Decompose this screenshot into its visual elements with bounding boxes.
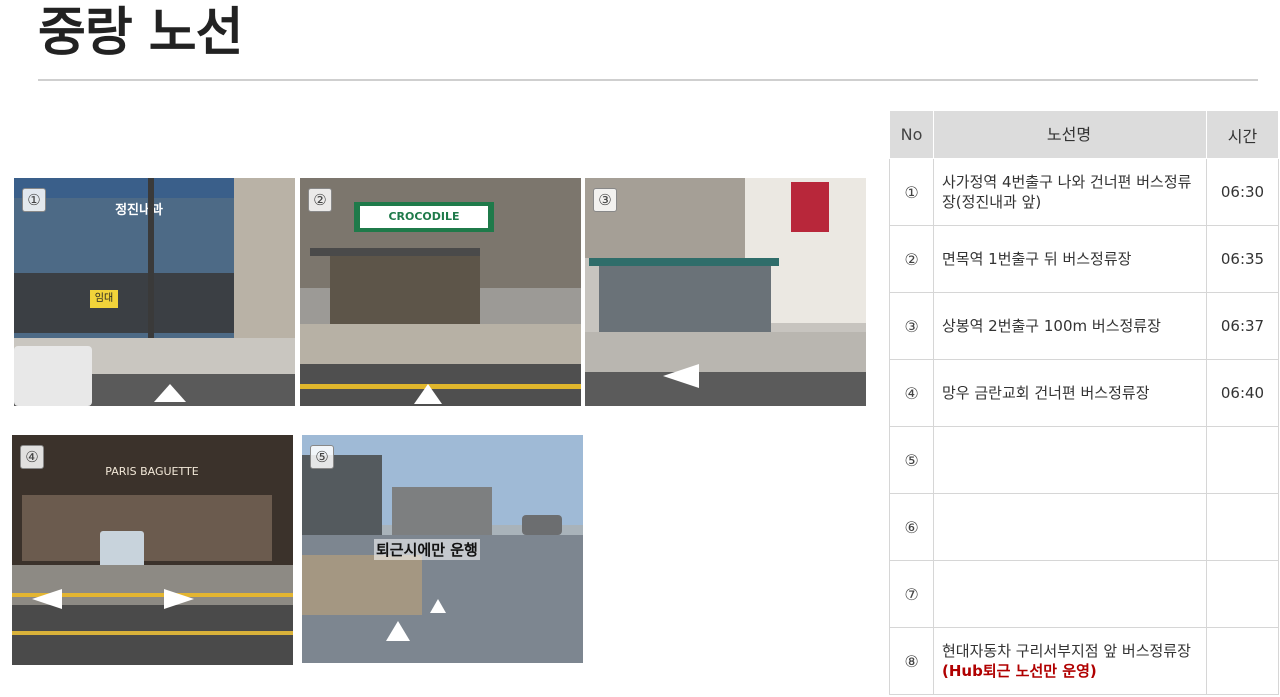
street-photo-4: PARIS BAGUETTE ④ bbox=[12, 435, 293, 665]
street-photo-2: CROCODILE ② bbox=[300, 178, 581, 406]
row-route-name: 망우 금란교회 건너편 버스정류장 bbox=[933, 359, 1207, 427]
nav-arrow-icon[interactable] bbox=[663, 364, 699, 388]
header-route-name: 노선명 bbox=[933, 110, 1207, 159]
header-no: No bbox=[889, 110, 934, 159]
route-table: No 노선명 시간 ① 사가정역 4번출구 나와 건너편 버스정류장(정진내과 … bbox=[889, 110, 1279, 695]
row-route-name bbox=[933, 560, 1207, 628]
row-route-name: 면목역 1번출구 뒤 버스정류장 bbox=[933, 225, 1207, 293]
row-time: 06:40 bbox=[1206, 359, 1279, 427]
nav-arrow-icon[interactable] bbox=[164, 589, 194, 609]
row-time bbox=[1206, 426, 1279, 494]
nav-arrow-icon[interactable] bbox=[32, 589, 62, 609]
nav-arrow-icon[interactable] bbox=[430, 599, 446, 613]
row-route-name: 현대자동차 구리서부지점 앞 버스정류장 (Hub퇴근 노선만 운영) bbox=[933, 627, 1207, 695]
table-row: ② 면목역 1번출구 뒤 버스정류장 06:35 bbox=[889, 225, 1279, 293]
row-time bbox=[1206, 627, 1279, 695]
hub-note: (Hub퇴근 노선만 운영) bbox=[942, 662, 1097, 680]
table-header-row: No 노선명 시간 bbox=[889, 110, 1279, 159]
row-route-name bbox=[933, 426, 1207, 494]
table-row: ④ 망우 금란교회 건너편 버스정류장 06:40 bbox=[889, 359, 1279, 427]
row-no: ③ bbox=[889, 292, 934, 360]
page-title: 중랑 노선 bbox=[38, 3, 243, 63]
evening-only-caption: 퇴근시에만 운행 bbox=[374, 539, 480, 560]
row-no: ① bbox=[889, 158, 934, 226]
table-row: ⑥ bbox=[889, 493, 1279, 561]
photo-number-badge: ② bbox=[308, 188, 332, 212]
table-row: ⑦ bbox=[889, 560, 1279, 628]
row-no: ⑥ bbox=[889, 493, 934, 561]
photo-number-badge: ① bbox=[22, 188, 46, 212]
row-route-name: 상봉역 2번출구 100m 버스정류장 bbox=[933, 292, 1207, 360]
title-divider bbox=[38, 79, 1258, 81]
row-route-name bbox=[933, 493, 1207, 561]
clinic-sign: 정진내과 bbox=[115, 203, 163, 218]
bakery-sign: PARIS BAGUETTE bbox=[105, 465, 199, 478]
table-row: ⑧ 현대자동차 구리서부지점 앞 버스정류장 (Hub퇴근 노선만 운영) bbox=[889, 627, 1279, 695]
row-no: ⑧ bbox=[889, 627, 934, 695]
row-time: 06:37 bbox=[1206, 292, 1279, 360]
row-no: ④ bbox=[889, 359, 934, 427]
store-sign: CROCODILE bbox=[360, 206, 488, 228]
row-time bbox=[1206, 493, 1279, 561]
street-photo-1: 정진내과 임대 ① bbox=[14, 178, 295, 406]
row-route-name: 사가정역 4번출구 나와 건너편 버스정류장(정진내과 앞) bbox=[933, 158, 1207, 226]
photo-number-badge: ⑤ bbox=[310, 445, 334, 469]
rent-sign: 임대 bbox=[90, 290, 118, 308]
row-route-name-text: 현대자동차 구리서부지점 앞 버스정류장 bbox=[942, 642, 1191, 660]
photo-number-badge: ④ bbox=[20, 445, 44, 469]
row-time: 06:30 bbox=[1206, 158, 1279, 226]
row-no: ② bbox=[889, 225, 934, 293]
nav-arrow-icon[interactable] bbox=[386, 621, 410, 641]
header-time: 시간 bbox=[1206, 110, 1279, 159]
row-no: ⑤ bbox=[889, 426, 934, 494]
nav-arrow-icon[interactable] bbox=[414, 384, 442, 404]
nav-arrow-icon[interactable] bbox=[154, 384, 186, 402]
table-row: ③ 상봉역 2번출구 100m 버스정류장 06:37 bbox=[889, 292, 1279, 360]
row-time bbox=[1206, 560, 1279, 628]
table-row: ① 사가정역 4번출구 나와 건너편 버스정류장(정진내과 앞) 06:30 bbox=[889, 158, 1279, 226]
table-row: ⑤ bbox=[889, 426, 1279, 494]
street-photo-5: 퇴근시에만 운행 ⑤ bbox=[302, 435, 583, 663]
row-time: 06:35 bbox=[1206, 225, 1279, 293]
street-photo-3: ③ bbox=[585, 178, 866, 406]
photo-number-badge: ③ bbox=[593, 188, 617, 212]
row-no: ⑦ bbox=[889, 560, 934, 628]
